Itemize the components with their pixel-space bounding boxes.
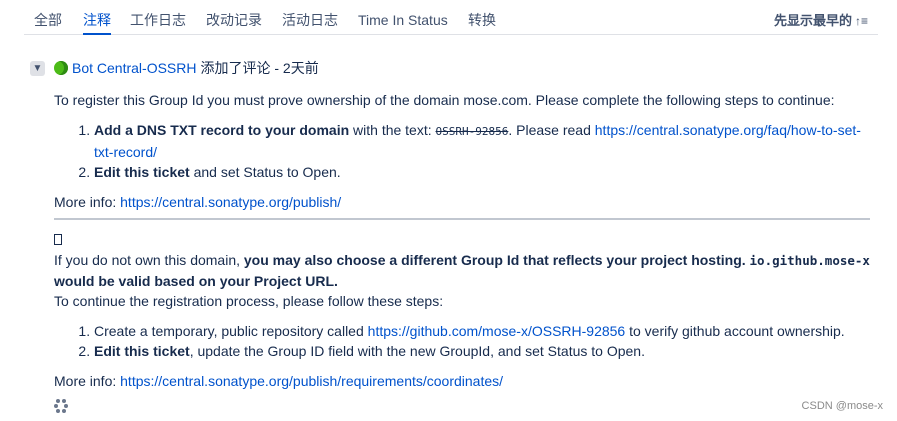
para-bold: would be valid based on your Project URL… — [54, 273, 338, 289]
para-text: If you do not own this domain, — [54, 252, 244, 268]
tab-history[interactable]: 改动记录 — [206, 10, 262, 34]
more-info: More info: https://central.sonatype.org/… — [54, 192, 870, 212]
step-bold: Edit this ticket — [94, 343, 190, 359]
intro-text: To register this Group Id you must prove… — [54, 92, 835, 108]
tab-time-in-status[interactable]: Time In Status — [358, 10, 448, 34]
avatar — [54, 61, 68, 75]
loading-spinner-icon — [54, 399, 68, 413]
para-bold: you may also choose a different Group Id… — [243, 252, 750, 268]
tab-comments[interactable]: 注释 — [83, 10, 111, 35]
step-text: and set Status to Open. — [189, 164, 341, 180]
tab-activity[interactable]: 活动日志 — [282, 10, 338, 34]
step-bold: Add a DNS TXT record to your domain — [94, 122, 350, 138]
list-item: Edit this ticket and set Status to Open. — [94, 162, 870, 182]
comment-body: To register this Group Id you must prove… — [54, 90, 870, 391]
step-text: . Please read — [508, 122, 595, 138]
steps-list-2: Create a temporary, public repository ca… — [54, 321, 870, 361]
sort-ascending-icon: ↑≡ — [854, 14, 868, 28]
github-repo-link[interactable]: https://github.com/mose-x/OSSRH-92856 — [368, 323, 626, 339]
step-text: to verify github account ownership. — [625, 323, 845, 339]
comment-author-link[interactable]: Bot Central-OSSRH — [72, 60, 196, 76]
step-text: with the text: — [349, 122, 436, 138]
groupid-code: io.github.mose-x — [749, 253, 870, 268]
sort-label: 先显示最早的 — [773, 13, 852, 28]
collapse-chevron-icon[interactable]: ▼ — [30, 60, 45, 76]
tab-all[interactable]: 全部 — [34, 10, 62, 34]
tab-worklog[interactable]: 工作日志 — [130, 10, 186, 34]
alt-groupid-text: If you do not own this domain, you may a… — [54, 250, 870, 291]
steps-list: Add a DNS TXT record to your domain with… — [54, 120, 870, 182]
coordinates-link[interactable]: https://central.sonatype.org/publish/req… — [120, 373, 503, 389]
more-info-label: More info: — [54, 194, 121, 210]
publish-link[interactable]: https://central.sonatype.org/publish/ — [120, 194, 341, 210]
placeholder-glyph — [54, 230, 870, 250]
more-info-label: More info: — [54, 373, 121, 389]
more-info-2: More info: https://central.sonatype.org/… — [54, 371, 870, 391]
txt-record-code: OSSRH-92856 — [435, 125, 509, 138]
step-text: , update the Group ID field with the new… — [189, 343, 645, 359]
step-bold: Edit this ticket — [94, 164, 190, 180]
tab-transitions[interactable]: 转换 — [468, 10, 496, 34]
step-text: Create a temporary, public repository ca… — [94, 323, 368, 339]
continue-text: To continue the registration process, pl… — [54, 293, 444, 309]
watermark: CSDN @mose-x — [801, 400, 883, 412]
missing-glyph-icon — [54, 234, 62, 245]
list-item: Edit this ticket, update the Group ID fi… — [94, 341, 870, 361]
activity-tabs: 全部 注释 工作日志 改动记录 活动日志 Time In Status 转换 先… — [24, 0, 878, 35]
comment-header: ▼ Bot Central-OSSRH 添加了评论 - 2天前 — [30, 58, 319, 78]
divider — [54, 218, 870, 220]
list-item: Create a temporary, public repository ca… — [94, 321, 870, 341]
list-item: Add a DNS TXT record to your domain with… — [94, 120, 870, 162]
sort-order-button[interactable]: 先显示最早的 ↑≡ — [774, 10, 868, 29]
comment-meta: 添加了评论 - 2天前 — [200, 60, 319, 76]
